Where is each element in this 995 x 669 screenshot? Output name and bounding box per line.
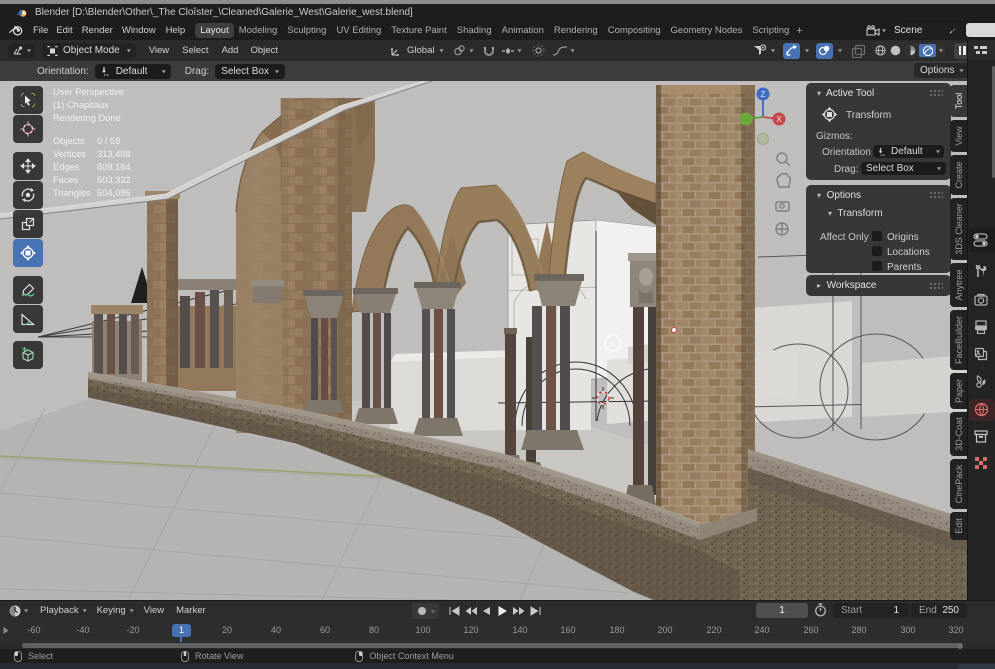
- svg-text:Z: Z: [761, 90, 766, 99]
- svg-text:X: X: [776, 115, 782, 124]
